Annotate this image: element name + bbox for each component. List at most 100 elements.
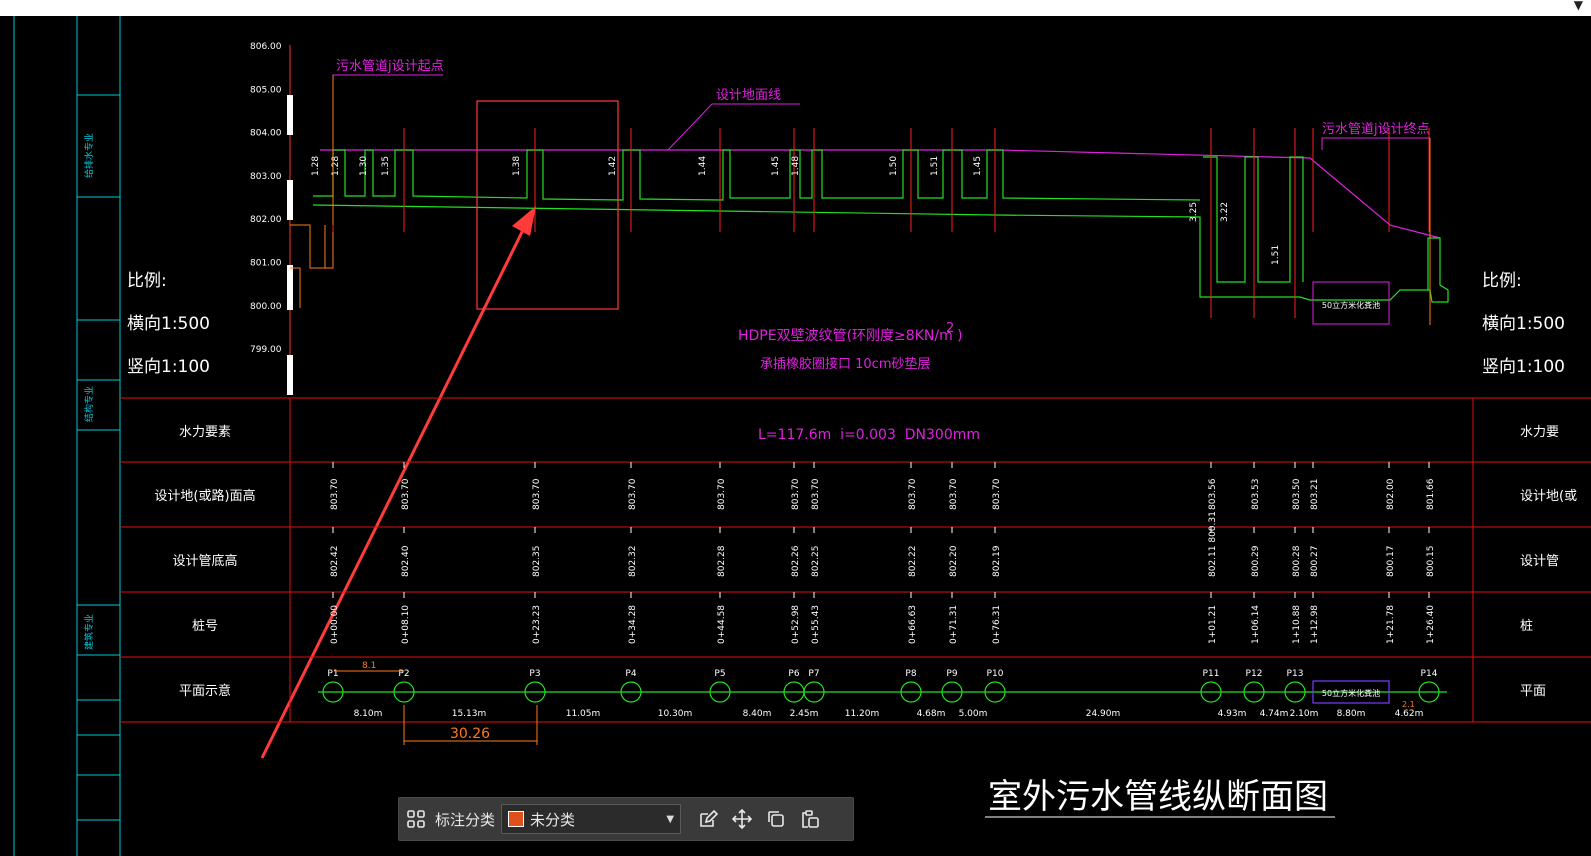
scale-vertical-left: 竖向1:100 [127, 357, 210, 377]
table-row-label-right: 水力要 [1520, 425, 1559, 440]
chainage-value: 0+71.31 [949, 605, 959, 644]
well-depth-label: 1.51 [1271, 245, 1281, 265]
sidebar-label-architecture: 建筑专业 [83, 614, 95, 650]
design-ground-line [320, 149, 1441, 239]
invert-elevation-value: 800.29 [1251, 545, 1261, 577]
invert-elevation-value: 802.19 [992, 545, 1002, 577]
window-top-strip: ▼ [0, 0, 1591, 16]
well-depth-label: 1.45 [973, 156, 983, 176]
tank-label-profile: 50立方米化粪池 [1322, 300, 1380, 310]
ground-elevation-value: 803.21 [1310, 479, 1320, 511]
manhole-name: P11 [1203, 669, 1220, 679]
station-column: 803.70 802.22 0+66.63 P8 [900, 462, 922, 703]
elevation-tick-label: 806.00 [250, 42, 282, 52]
ground-elevation-value: 803.70 [992, 478, 1002, 510]
ground-elevation-value: 803.70 [401, 478, 411, 510]
manhole-name: P13 [1287, 669, 1304, 679]
chainage-value: 0+00.00 [330, 605, 340, 644]
well-depth-label: 1.35 [381, 156, 391, 176]
callout-end: 污水管道j设计终点 [1322, 121, 1430, 137]
segment-length: 4.93m [1218, 709, 1247, 719]
manhole-name: P5 [714, 669, 725, 679]
sidebar-label-structure: 结构专业 [83, 386, 95, 422]
manhole-name: P6 [788, 669, 799, 679]
elevation-tick-label: 804.00 [250, 129, 282, 139]
manhole-name: P8 [905, 669, 916, 679]
elevation-tick-label: 801.00 [250, 259, 282, 269]
ground-elevation-value: 803.70 [791, 478, 801, 510]
table-row-label-right: 桩 [1520, 619, 1533, 634]
chainage-value: 0+23.23 [532, 605, 542, 644]
segment-length: 8.40m [743, 709, 772, 719]
move-icon[interactable] [725, 802, 759, 836]
pipe-spec-superscript: 2 [946, 321, 954, 336]
manhole-name: P9 [946, 669, 957, 679]
elevation-tick-label: 800.00 [250, 302, 282, 312]
elevation-tick-label: 799.00 [250, 345, 282, 355]
elevation-scale: 806.00 805.00 804.00 803.00 802.00 801.00 800.… [250, 42, 293, 395]
callout-start: 污水管道j设计起点 [336, 59, 444, 74]
svg-text:8.1: 8.1 [362, 661, 376, 671]
ground-elevation-value: 803.70 [811, 478, 821, 510]
segment-length: 2.45m [790, 709, 819, 719]
station-column: 803.70802.420+00.00P1 [322, 462, 344, 703]
ground-elevation-value: 803.50 [1292, 478, 1302, 510]
chainage-value: 0+76.31 [992, 605, 1002, 644]
chainage-value: 0+52.98 [791, 605, 801, 644]
chainage-value: 1+10.88 [1292, 605, 1302, 644]
scale-title-left: 比例: [127, 271, 167, 291]
dim-8-1: 8.1 [334, 661, 404, 672]
grid-icon[interactable] [399, 802, 433, 836]
chainage-value: 1+21.78 [1386, 605, 1396, 644]
invert-elevation-value: 800.15 [1426, 546, 1436, 578]
invert-elevation-value: 802.26 [791, 545, 801, 577]
table-row-label: 设计地(或路)面高 [154, 488, 255, 504]
callout-leaders [332, 74, 1430, 151]
ground-elevation-value: 803.70 [717, 478, 727, 510]
ground-elevation-value: 803.70 [628, 478, 638, 510]
station-column: 803.70 802.20 0+71.31 P9 [941, 462, 963, 703]
invert-elevation-value: 802.35 [532, 546, 542, 578]
ground-elevation-value: 803.70 [330, 478, 340, 510]
station-column: 803.70 802.19 0+76.31 P10 [984, 462, 1006, 703]
station-column: 803.70 802.32 0+34.28 P4 [620, 462, 642, 703]
cad-drawing-canvas[interactable]: 给排水专业 结构专业 建筑专业 806.00 805.00 804.00 803.00… [0, 16, 1591, 856]
station-column: 802.00 800.17 1+21.78 [1386, 462, 1396, 644]
paste-icon[interactable] [793, 802, 827, 836]
elevation-tick-label: 802.00 [250, 215, 282, 225]
pipe-profile [312, 149, 1449, 303]
chevron-down-icon[interactable]: ▼ [1574, 0, 1583, 12]
station-column: 803.50 800.28 1+10.88 P13 [1284, 462, 1306, 703]
segment-length: 11.05m [566, 709, 601, 719]
invert-elevation-value: 800.27 [1310, 546, 1320, 578]
title-block-frame [13, 16, 121, 856]
edit-icon[interactable] [691, 802, 725, 836]
chainage-value: 1+12.98 [1310, 605, 1320, 644]
scale-horizontal-left: 横向1:500 [127, 314, 210, 334]
category-select[interactable]: 未分类 ▼ [501, 804, 682, 834]
measure-value: 30.26 [450, 726, 490, 742]
manhole-name: P10 [987, 669, 1004, 679]
station-column: 803.70 802.28 0+44.58 P5 [709, 462, 731, 703]
segment-length: 2.10m [1290, 709, 1319, 719]
ground-elevation-value: 803.53 [1251, 479, 1261, 511]
ground-elevation-value: 803.70 [908, 478, 918, 510]
copy-icon[interactable] [759, 802, 793, 836]
invert-elevation-value: 802.22 [908, 546, 918, 578]
chevron-down-icon: ▼ [666, 813, 675, 825]
scale-title-right: 比例: [1482, 271, 1522, 291]
annotation-toolbar: 标注分类 未分类 ▼ [398, 797, 854, 841]
ground-elevation-value: 802.00 [1386, 478, 1396, 510]
station-column: 803.70 802.26 0+52.98 P6 [783, 462, 805, 703]
manhole-name: P7 [808, 669, 819, 679]
pipe-spec-line1: HDPE双壁波纹管(环刚度≥8KN/m ) [738, 328, 963, 344]
station-column: 801.66 800.15 1+26.40 P14 [1418, 462, 1440, 703]
elevation-tick-label: 805.00 [250, 85, 282, 95]
well-depth-label: 1.44 [698, 156, 708, 176]
sidebar-label-plumbing: 给排水专业 [83, 133, 95, 178]
chainage-value: 1+01.21 [1208, 605, 1218, 644]
segment-length: 10.30m [658, 709, 693, 719]
manhole-name: P3 [529, 669, 540, 679]
chainage-value: 0+34.28 [628, 605, 638, 644]
scale-vertical-right: 竖向1:100 [1482, 357, 1565, 377]
